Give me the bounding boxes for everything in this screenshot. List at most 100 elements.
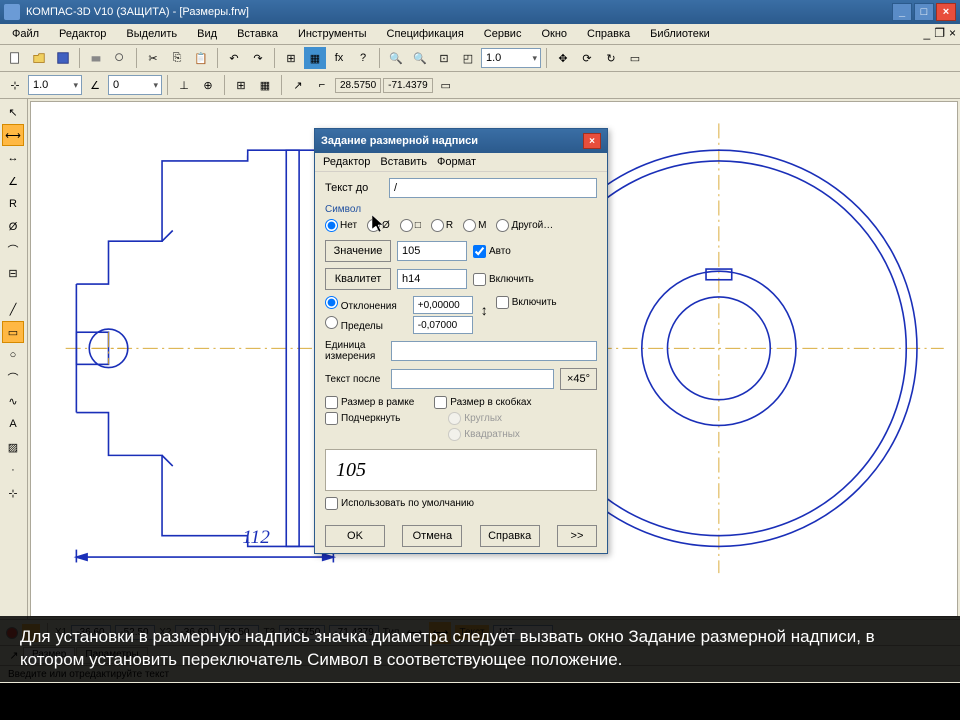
copy-button[interactable]: ⎘ xyxy=(166,47,188,69)
rect-tool[interactable]: ▭ xyxy=(2,321,24,343)
brackets-round[interactable]: Круглых xyxy=(448,412,531,425)
value-button[interactable]: Значение xyxy=(325,240,391,262)
tol-lower-input[interactable] xyxy=(413,316,473,334)
hatch-tool[interactable]: ▨ xyxy=(2,436,24,458)
aux-tool[interactable]: ⊹ xyxy=(2,482,24,504)
zoom-fit-button[interactable]: ⊡ xyxy=(433,47,455,69)
dim-chain-tool[interactable]: ⊟ xyxy=(2,262,24,284)
value-input[interactable] xyxy=(397,241,467,261)
local-cs-button[interactable]: ↗ xyxy=(287,74,309,96)
include2-checkbox[interactable]: Включить xyxy=(496,296,557,309)
frame-checkbox[interactable]: Размер в рамке xyxy=(325,396,414,409)
help-button[interactable]: Справка xyxy=(480,525,540,547)
radio-m[interactable]: M xyxy=(463,219,486,232)
help-button[interactable]: ? xyxy=(352,47,374,69)
menu-tools[interactable]: Инструменты xyxy=(294,26,371,42)
measure-button[interactable]: ▭ xyxy=(435,74,457,96)
auto-checkbox[interactable]: Авто xyxy=(473,245,511,258)
dlg-menu-editor[interactable]: Редактор xyxy=(323,156,370,168)
menu-insert[interactable]: Вставка xyxy=(233,26,282,42)
tol-upper-input[interactable] xyxy=(413,296,473,314)
arc-tool[interactable]: ⌒ xyxy=(2,367,24,389)
line-tool[interactable]: ╱ xyxy=(2,298,24,320)
save-button[interactable] xyxy=(52,47,74,69)
dlg-menu-format[interactable]: Формат xyxy=(437,156,476,168)
close-button[interactable]: × xyxy=(936,3,956,21)
menu-editor[interactable]: Редактор xyxy=(55,26,110,42)
dim-linear-tool[interactable]: ↔ xyxy=(2,147,24,169)
radio-r[interactable]: R xyxy=(431,219,453,232)
mdi-restore-button[interactable]: ❐ xyxy=(934,26,945,40)
text-after-input[interactable] xyxy=(391,369,554,389)
point-tool[interactable]: · xyxy=(2,459,24,481)
spline-tool[interactable]: ∿ xyxy=(2,390,24,412)
pan-button[interactable]: ✥ xyxy=(552,47,574,69)
radio-other[interactable]: Другой… xyxy=(496,219,553,232)
menu-file[interactable]: Файл xyxy=(8,26,43,42)
tool-btn-2[interactable]: ▦ xyxy=(304,47,326,69)
mdi-minimize-button[interactable]: _ xyxy=(924,26,931,40)
ok-button[interactable]: OK xyxy=(325,525,385,547)
dim-diameter-tool[interactable]: Ø xyxy=(2,216,24,238)
snap-button[interactable]: ⊹ xyxy=(4,74,26,96)
menu-view[interactable]: Вид xyxy=(193,26,221,42)
menu-select[interactable]: Выделить xyxy=(122,26,181,42)
radio-limits[interactable]: Пределы xyxy=(325,316,397,332)
menu-service[interactable]: Сервис xyxy=(480,26,526,42)
tool-btn-1[interactable]: ⊞ xyxy=(280,47,302,69)
menu-spec[interactable]: Спецификация xyxy=(383,26,468,42)
angle-combo[interactable]: 0 xyxy=(108,75,162,95)
dialog-titlebar[interactable]: Задание размерной надписи × xyxy=(315,129,607,153)
radio-square[interactable]: □ xyxy=(400,219,421,232)
paste-button[interactable]: 📋 xyxy=(190,47,212,69)
zoom-combo[interactable]: 1.0 xyxy=(481,48,541,68)
cs-button[interactable]: ⌐ xyxy=(311,74,333,96)
zoom-in-button[interactable]: 🔍 xyxy=(385,47,407,69)
new-button[interactable] xyxy=(4,47,26,69)
circle-tool[interactable]: ○ xyxy=(2,344,24,366)
default-checkbox[interactable]: Использовать по умолчанию xyxy=(325,497,474,510)
dimension-tool[interactable]: ⟷ xyxy=(2,124,24,146)
dlg-menu-insert[interactable]: Вставить xyxy=(380,156,427,168)
dim-radial-tool[interactable]: R xyxy=(2,193,24,215)
print-button[interactable] xyxy=(85,47,107,69)
angle-button[interactable]: ∠ xyxy=(84,74,106,96)
redo-button[interactable]: ↷ xyxy=(247,47,269,69)
qualifier-button[interactable]: Квалитет xyxy=(325,268,391,290)
x45-button[interactable]: ×45° xyxy=(560,368,597,390)
underline-checkbox[interactable]: Подчеркнуть xyxy=(325,412,414,425)
grid2-button[interactable]: ▦ xyxy=(254,74,276,96)
zoom-out-button[interactable]: 🔍 xyxy=(409,47,431,69)
more-button[interactable]: >> xyxy=(557,525,597,547)
qualifier-input[interactable] xyxy=(397,269,467,289)
display-button[interactable]: ▭ xyxy=(624,47,646,69)
snap2-button[interactable]: ⊕ xyxy=(197,74,219,96)
mdi-close-button[interactable]: × xyxy=(949,26,956,40)
menu-window[interactable]: Окно xyxy=(537,26,571,42)
text-before-input[interactable] xyxy=(389,178,597,198)
radio-none[interactable]: Нет xyxy=(325,219,357,232)
unit-input[interactable] xyxy=(391,341,597,361)
menu-libraries[interactable]: Библиотеки xyxy=(646,26,714,42)
dialog-close-button[interactable]: × xyxy=(583,133,601,149)
zoom-window-button[interactable]: ◰ xyxy=(457,47,479,69)
cursor-tool[interactable]: ↖ xyxy=(2,101,24,123)
dim-angular-tool[interactable]: ∠ xyxy=(2,170,24,192)
undo-button[interactable]: ↶ xyxy=(223,47,245,69)
preview-button[interactable] xyxy=(109,47,131,69)
radio-deviations[interactable]: Отклонения xyxy=(325,296,397,312)
ortho-button[interactable]: ⊥ xyxy=(173,74,195,96)
brackets-checkbox[interactable]: Размер в скобках xyxy=(434,396,531,409)
menu-help[interactable]: Справка xyxy=(583,26,634,42)
minimize-button[interactable]: _ xyxy=(892,3,912,21)
grid-button[interactable]: ⊞ xyxy=(230,74,252,96)
open-button[interactable] xyxy=(28,47,50,69)
rotate-button[interactable]: ⟳ xyxy=(576,47,598,69)
maximize-button[interactable]: □ xyxy=(914,3,934,21)
step-combo[interactable]: 1.0 xyxy=(28,75,82,95)
tool-btn-3[interactable]: fx xyxy=(328,47,350,69)
cancel-button[interactable]: Отмена xyxy=(402,525,462,547)
dim-arc-tool[interactable]: ⌒ xyxy=(2,239,24,261)
include-checkbox[interactable]: Включить xyxy=(473,273,534,286)
cut-button[interactable]: ✂ xyxy=(142,47,164,69)
